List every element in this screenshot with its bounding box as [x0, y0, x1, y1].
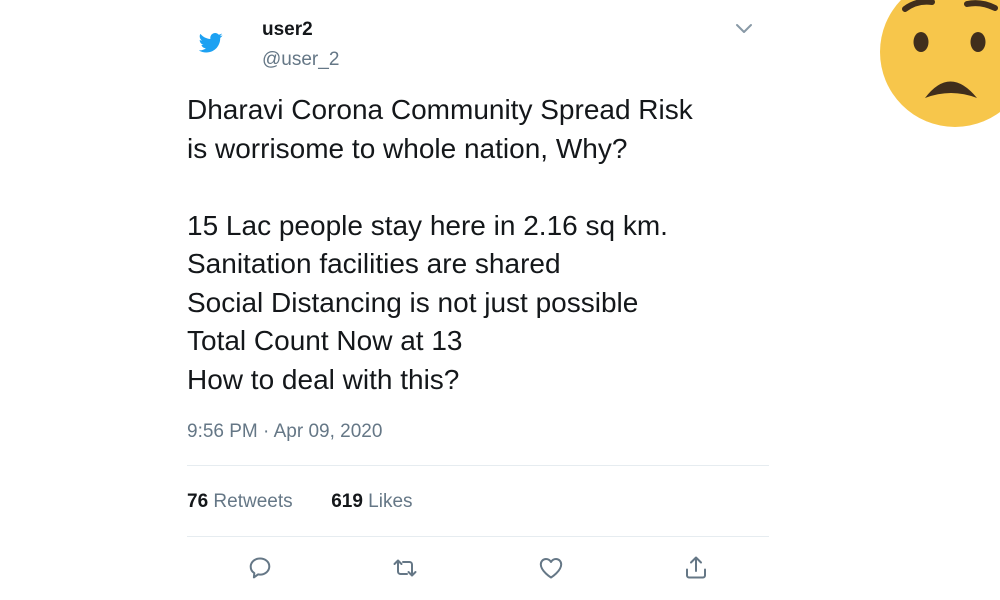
likes-count: 619	[331, 491, 363, 512]
chevron-down-icon[interactable]	[734, 22, 754, 36]
tweet-line: Dharavi Corona Community Spread Risk	[187, 94, 693, 125]
tweet-timestamp[interactable]: 9:56 PM · Apr 09, 2020	[187, 421, 382, 443]
tweet-line: Social Distancing is not just possible	[187, 286, 639, 318]
likes-stat[interactable]: 619 Likes	[326, 491, 413, 512]
share-icon[interactable]	[682, 554, 710, 582]
reply-icon[interactable]	[246, 554, 274, 582]
divider	[187, 465, 769, 466]
like-icon[interactable]	[537, 554, 565, 582]
tweet-line: Total Count Now at 13	[187, 325, 463, 356]
anguished-face-emoji-icon	[880, 0, 1000, 127]
likes-label: Likes	[368, 491, 413, 512]
retweets-stat[interactable]: 76 Retweets	[187, 491, 298, 512]
tweet-line: How to deal with this?	[187, 363, 460, 395]
retweets-label: Retweets	[213, 491, 293, 512]
username[interactable]: user2	[262, 19, 313, 41]
user-handle[interactable]: @user_2	[262, 49, 339, 71]
tweet-line: 15 Lac people stay here in 2.16 sq km.	[187, 209, 668, 241]
tweet-line: is worrisome to whole nation, Why?	[187, 132, 628, 164]
divider	[187, 536, 769, 537]
tweet-text: Dharavi Corona Community Spread Risk is …	[187, 91, 787, 399]
retweets-count: 76	[187, 491, 209, 512]
tweet-stats: 76 Retweets 619 Likes	[187, 491, 413, 513]
tweet-line: Sanitation facilities are shared	[187, 248, 561, 279]
retweet-icon[interactable]	[391, 554, 419, 582]
twitter-bird-icon	[199, 33, 223, 53]
